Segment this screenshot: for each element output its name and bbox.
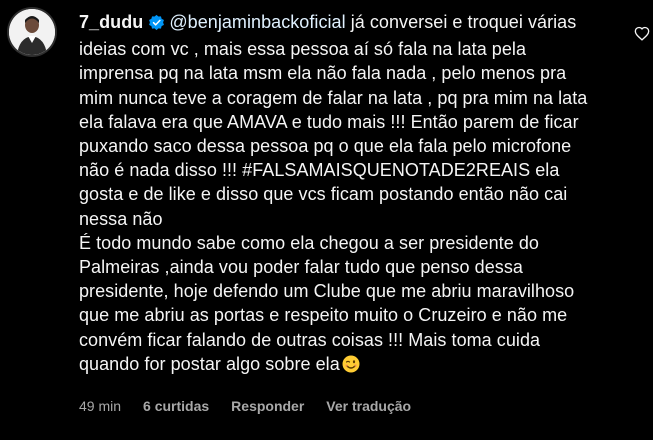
username[interactable]: 7_dudu [79, 12, 143, 32]
profile-photo [9, 9, 55, 55]
translate-button[interactable]: Ver tradução [326, 398, 411, 414]
heart-outline-icon[interactable] [634, 26, 650, 41]
likes-count[interactable]: 6 curtidas [143, 398, 209, 414]
comment-meta: 49 min 6 curtidas Responder Ver tradução [79, 398, 433, 414]
timestamp[interactable]: 49 min [79, 398, 121, 414]
winking-face-emoji [342, 355, 360, 379]
mention-link[interactable]: @benjaminbackoficial [169, 12, 345, 32]
comment: 7_dudu @benjaminbackoficial já conversei … [0, 0, 653, 440]
verified-badge-icon [148, 13, 165, 37]
comment-content: 7_dudu @benjaminbackoficial já conversei … [79, 10, 599, 379]
avatar[interactable] [9, 9, 55, 55]
comment-body: já conversei e troquei várias ideias com… [79, 12, 588, 374]
comment-text: 7_dudu @benjaminbackoficial já conversei … [79, 10, 599, 379]
reply-button[interactable]: Responder [231, 398, 304, 414]
